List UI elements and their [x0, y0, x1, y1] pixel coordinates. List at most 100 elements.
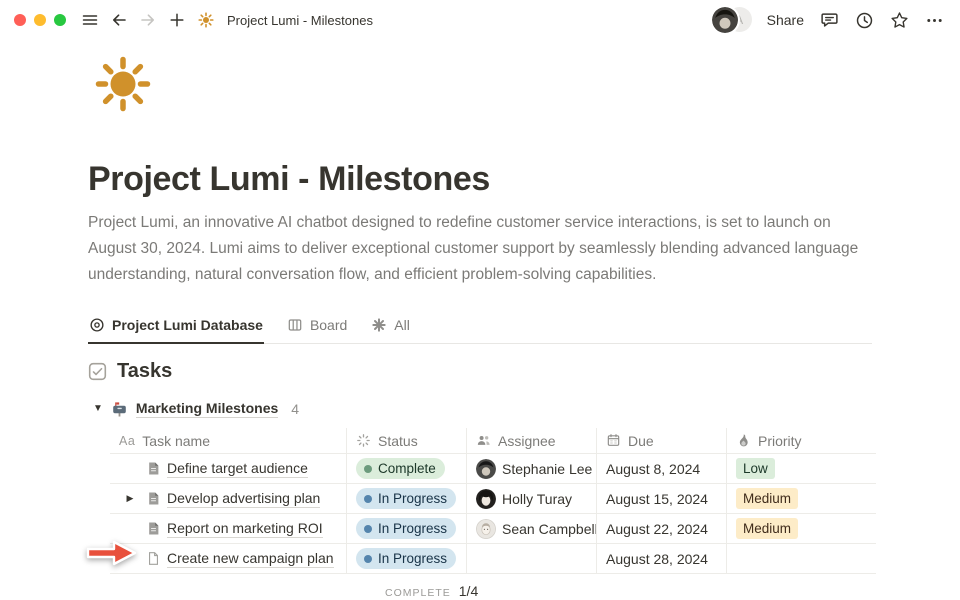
user-avatar [712, 7, 738, 33]
zoom-window-button[interactable] [54, 14, 66, 26]
assignee-avatar [476, 489, 496, 509]
calc-value: 1/4 [459, 583, 478, 599]
text-icon: Aa [119, 434, 135, 448]
tasks-section-heading: Tasks [88, 357, 872, 385]
status-cell[interactable]: Complete [347, 454, 467, 483]
column-header-due[interactable]: Due [597, 428, 727, 453]
collapse-toggle-icon[interactable]: ▼ [93, 404, 103, 414]
tab-project-lumi-database[interactable]: Project Lumi Database [88, 312, 264, 344]
sidebar-toggle-icon[interactable] [80, 10, 100, 30]
priority-badge: Medium [736, 518, 798, 539]
page-sun-icon-small [196, 10, 216, 30]
calc-label: COMPLETE [385, 587, 451, 599]
assignee-cell[interactable]: Sean Campbell [467, 514, 597, 543]
close-window-button[interactable] [14, 14, 26, 26]
avatar-stack[interactable]: A [712, 7, 752, 33]
group-row: ▼ Marketing Milestones 4 [93, 399, 872, 419]
assignee-cell[interactable] [467, 544, 597, 573]
tab-label: All [394, 317, 410, 333]
page-description: Project Lumi, an innovative AI chatbot d… [88, 210, 872, 288]
task-name-cell[interactable]: Create new campaign plan [110, 544, 347, 573]
people-icon [476, 433, 491, 448]
task-title-link[interactable]: Create new campaign plan [167, 550, 334, 568]
priority-cell[interactable]: Medium [727, 514, 876, 543]
group-count: 4 [291, 401, 299, 417]
status-burst-icon [356, 433, 371, 448]
page-outline-icon [146, 551, 161, 566]
status-cell[interactable]: In Progress [347, 544, 467, 573]
board-icon [287, 317, 303, 333]
assignee-avatar [476, 459, 496, 479]
group-title-link[interactable]: Marketing Milestones [136, 400, 278, 418]
priority-cell[interactable] [727, 544, 876, 573]
status-dot-icon [364, 555, 372, 563]
status-badge: In Progress [356, 518, 456, 539]
page-title: Project Lumi - Milestones [88, 158, 872, 200]
task-title-link[interactable]: Report on marketing ROI [167, 520, 323, 538]
notion-window: Project Lumi - Milestones A Share [0, 0, 960, 600]
due-cell[interactable]: August 28, 2024 [597, 544, 727, 573]
priority-badge: Low [736, 458, 775, 479]
priority-cell[interactable]: Low [727, 454, 876, 483]
task-title-link[interactable]: Define target audience [167, 460, 308, 478]
page-sun-icon[interactable] [95, 56, 151, 112]
minimize-window-button[interactable] [34, 14, 46, 26]
table-row: Create new campaign plan In Progress Aug… [110, 544, 876, 574]
todo-checkbox-icon [88, 362, 107, 381]
due-cell[interactable]: August 15, 2024 [597, 484, 727, 513]
favorite-star-icon[interactable] [889, 10, 909, 30]
assignee-cell[interactable]: Stephanie Lee [467, 454, 597, 483]
task-name-cell[interactable]: Report on marketing ROI [110, 514, 347, 543]
task-name-cell[interactable]: Define target audience [110, 454, 347, 483]
forward-icon[interactable] [138, 10, 158, 30]
more-ellipsis-icon[interactable] [924, 10, 944, 30]
page-icon [146, 461, 161, 476]
target-icon [89, 317, 105, 333]
new-tab-icon[interactable] [167, 10, 187, 30]
spark-icon [371, 317, 387, 333]
flame-icon [736, 433, 751, 448]
tab-label: Board [310, 317, 347, 333]
table-header-row: Aa Task name Status Assignee Due P [110, 428, 876, 454]
task-name-cell[interactable]: ▶ Develop advertising plan [110, 484, 347, 513]
pointer-arrow-annotation [84, 538, 140, 568]
table-footer-calculation[interactable]: COMPLETE 1/4 [110, 583, 876, 599]
tab-label: Project Lumi Database [112, 317, 263, 333]
tab-board[interactable]: Board [286, 312, 348, 344]
due-cell[interactable]: August 8, 2024 [597, 454, 727, 483]
due-cell[interactable]: August 22, 2024 [597, 514, 727, 543]
status-cell[interactable]: In Progress [347, 484, 467, 513]
task-title-link[interactable]: Develop advertising plan [167, 490, 320, 508]
assignee-cell[interactable]: Holly Turay [467, 484, 597, 513]
priority-cell[interactable]: Medium [727, 484, 876, 513]
comments-icon[interactable] [819, 10, 839, 30]
column-header-status[interactable]: Status [347, 428, 467, 453]
column-header-task-name[interactable]: Aa Task name [110, 428, 347, 453]
expand-subtasks-icon[interactable]: ▶ [127, 494, 134, 503]
back-icon[interactable] [109, 10, 129, 30]
page-icon [146, 521, 161, 536]
status-dot-icon [364, 495, 372, 503]
mailbox-icon [111, 401, 128, 418]
tasks-heading-label: Tasks [117, 360, 172, 383]
status-badge: In Progress [356, 548, 456, 569]
view-tabs: Project Lumi Database Board All [88, 312, 872, 344]
calendar-icon [606, 433, 621, 448]
column-header-priority[interactable]: Priority [727, 428, 876, 453]
titlebar: Project Lumi - Milestones A Share [0, 0, 960, 40]
column-header-assignee[interactable]: Assignee [467, 428, 597, 453]
priority-badge: Medium [736, 488, 798, 509]
history-clock-icon[interactable] [854, 10, 874, 30]
breadcrumb[interactable]: Project Lumi - Milestones [227, 13, 373, 28]
table-row: ▶ Develop advertising plan In Progress H… [110, 484, 876, 514]
page-icon [146, 491, 161, 506]
status-dot-icon [364, 465, 372, 473]
table-row: Define target audience Complete Stephani… [110, 454, 876, 484]
share-button[interactable]: Share [767, 12, 804, 28]
table-row: Report on marketing ROI In Progress Sean… [110, 514, 876, 544]
tasks-table: Aa Task name Status Assignee Due P [110, 428, 876, 574]
status-cell[interactable]: In Progress [347, 514, 467, 543]
status-dot-icon [364, 525, 372, 533]
traffic-lights [14, 14, 66, 26]
tab-all[interactable]: All [370, 312, 411, 344]
